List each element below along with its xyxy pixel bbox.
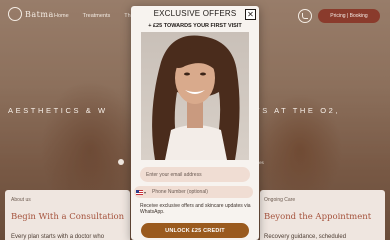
whatsapp-icon[interactable] <box>298 9 312 23</box>
care-card: Ongoing Care Beyond the Appointment Reco… <box>260 190 385 240</box>
main-nav: Home Treatments The <box>54 13 134 19</box>
care-card-title: Beyond the Appointment <box>264 212 372 222</box>
unlock-credit-button[interactable]: UNLOCK £25 CREDIT <box>141 223 249 238</box>
email-field[interactable] <box>140 167 250 182</box>
offer-modal: EXCLUSIVE OFFERS + £25 TOWARDS YOUR FIRS… <box>131 6 259 240</box>
pricing-booking-button[interactable]: Pricing | Booking <box>318 9 380 23</box>
chevron-down-icon[interactable]: ▾ <box>144 190 146 195</box>
about-card: About us Begin With a Consultation Every… <box>5 190 130 240</box>
modal-subtitle: + £25 TOWARDS YOUR FIRST VISIT <box>148 23 242 29</box>
logo-mark-icon <box>8 7 22 21</box>
consent-text: Receive exclusive offers and skincare up… <box>140 203 251 215</box>
hero-circle-icon[interactable] <box>118 159 124 165</box>
about-card-label: About us <box>11 197 31 203</box>
care-card-label: Ongoing Care <box>264 197 296 203</box>
care-card-text: Recovery guidance, scheduled <box>264 234 347 240</box>
hero-tagline-left: AESTHETICS & W <box>8 106 108 115</box>
modal-title: EXCLUSIVE OFFERS <box>153 9 237 18</box>
hero-tagline-right: NTS AT THE O2, <box>247 106 341 115</box>
phone-field[interactable] <box>152 189 243 195</box>
model-photo-illustration <box>152 35 240 160</box>
uk-flag-icon[interactable] <box>136 189 143 195</box>
logo-text: Batma <box>25 9 54 19</box>
close-icon[interactable]: ✕ <box>245 9 256 20</box>
about-card-text: Every plan starts with a doctor who <box>11 234 105 240</box>
model-photo <box>141 32 249 160</box>
logo[interactable]: Batma <box>8 7 54 21</box>
about-card-title: Begin With a Consultation <box>11 212 125 222</box>
nav-treatments[interactable]: Treatments <box>83 13 111 19</box>
nav-home[interactable]: Home <box>54 13 69 19</box>
phone-field-row: ▾ <box>134 186 253 198</box>
